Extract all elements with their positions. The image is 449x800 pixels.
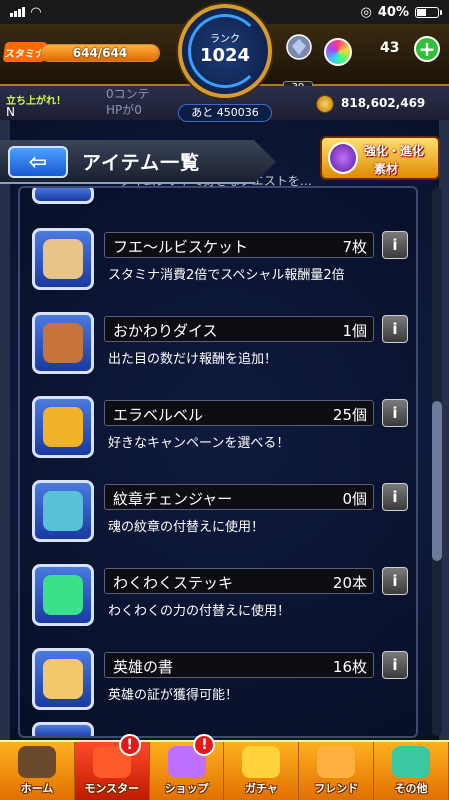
- nav-home[interactable]: ホーム: [0, 742, 75, 800]
- signal-icon: [10, 7, 25, 17]
- nav-label: フレンド: [314, 782, 359, 795]
- nav-label: その他: [394, 782, 428, 795]
- item-name-bar: 紋章チェンジャー 0個: [104, 484, 374, 510]
- nav-other[interactable]: その他: [374, 742, 449, 800]
- orb-icon[interactable]: [324, 38, 352, 66]
- alert-badge: !: [193, 734, 216, 756]
- nav-label: モンスター: [84, 782, 140, 795]
- back-arrow-icon: ⇦: [28, 149, 48, 175]
- item-count: 7枚: [342, 238, 367, 256]
- back-button[interactable]: ⇦: [8, 146, 68, 178]
- list-item[interactable]: 紋章チェンジャー 0個 魂の紋章の付替えに使用！ i: [32, 480, 412, 550]
- friend-icon: [317, 746, 356, 778]
- item-list[interactable]: フエ〜ルビスケット 7枚 スタミナ消費2倍でスペシャル報酬量2倍 i おかわりダ…: [18, 186, 418, 738]
- info-button[interactable]: i: [382, 567, 408, 595]
- exp-remaining: あと 450036: [178, 104, 272, 122]
- rank-badge[interactable]: ランク 1024: [178, 4, 272, 98]
- coin-count: 818,602,469: [341, 96, 426, 110]
- info-button[interactable]: i: [382, 483, 408, 511]
- battery-percent: 40%: [377, 4, 409, 20]
- scroll-icon: [43, 659, 83, 699]
- page-title: アイテム一覧: [82, 152, 201, 174]
- coin-icon: [316, 95, 334, 113]
- notice-ghost-text: 0コンテ HPが0: [106, 87, 150, 117]
- item-count: 20本: [332, 574, 367, 592]
- item-icon-frame[interactable]: [32, 564, 94, 626]
- evolve-material-button[interactable]: 強化・進化 素材: [320, 136, 440, 180]
- nav-monster[interactable]: モンスター !: [74, 734, 150, 800]
- scrollbar-thumb[interactable]: [432, 401, 442, 562]
- title-bar: ⇦ アイテム一覧 強化・進化 素材: [0, 134, 449, 188]
- item-description: 魂の紋章の付替えに使用！: [108, 520, 265, 535]
- item-name-bar: わくわくステッキ 20本: [104, 568, 374, 594]
- stamina-bar[interactable]: 644/644: [40, 44, 160, 62]
- item-count: 25個: [332, 406, 367, 424]
- nav-label: ガチャ: [244, 782, 278, 795]
- list-item[interactable]: 英雄の書 16枚 英雄の証が獲得可能！ i: [32, 648, 412, 718]
- item-description: わくわくの力の付替えに使用！: [108, 604, 291, 619]
- item-description: 好きなキャンペーンを選べる！: [108, 436, 290, 451]
- biscuit-icon: [43, 239, 83, 279]
- add-orb-button[interactable]: +: [414, 36, 440, 62]
- wifi-icon: ◠: [31, 4, 41, 20]
- list-item[interactable]: エラベルベル 25個 好きなキャンペーンを選べる！ i: [32, 396, 412, 466]
- emblem-icon: [43, 491, 83, 531]
- item-name: フエ〜ルビスケット: [113, 238, 249, 256]
- stamina-value: 644/644: [72, 46, 128, 60]
- gacha-icon: [242, 746, 281, 778]
- list-item[interactable]: フエ〜ルビスケット 7枚 スタミナ消費2倍でスペシャル報酬量2倍 i: [32, 228, 412, 298]
- item-count: 16枚: [332, 658, 367, 676]
- notice-letter: N: [6, 105, 15, 119]
- scrollbar[interactable]: [432, 188, 442, 736]
- item-name-bar: おかわりダイス 1個: [104, 316, 374, 342]
- item-name: 紋章チェンジャー: [113, 490, 233, 508]
- gem-icon[interactable]: [286, 34, 312, 60]
- nav-gacha[interactable]: ガチャ: [224, 742, 300, 800]
- info-button[interactable]: i: [382, 315, 408, 343]
- item-name: エラベルベル: [113, 406, 204, 424]
- item-icon-frame[interactable]: [32, 312, 94, 374]
- nav-shop[interactable]: ショップ !: [150, 734, 225, 800]
- info-button[interactable]: i: [382, 651, 408, 679]
- info-button[interactable]: i: [382, 399, 408, 427]
- home-icon: [17, 746, 56, 778]
- item-description: 英雄の証が獲得可能！: [108, 688, 239, 703]
- list-item[interactable]: わくわくステッキ 20本 わくわくの力の付替えに使用！ i: [32, 564, 412, 634]
- item-name: おかわりダイス: [113, 322, 218, 340]
- item-icon-frame[interactable]: [32, 480, 94, 542]
- notice-tag: 立ち上がれ！: [6, 96, 66, 107]
- bell-icon: [43, 407, 83, 447]
- item-description: 出た目の数だけ報酬を追加！: [108, 352, 278, 367]
- nav-label: ホーム: [20, 782, 54, 795]
- nav-friend[interactable]: フレンド: [299, 742, 375, 800]
- item-count: 1個: [342, 322, 367, 340]
- item-name-bar: エラベルベル 25個: [104, 400, 374, 426]
- other-icon: [392, 746, 431, 778]
- item-name-bar: フエ〜ルビスケット 7枚: [104, 232, 374, 258]
- item-name: わくわくステッキ: [113, 574, 234, 592]
- item-count: 0個: [342, 490, 367, 508]
- bottom-nav: ホーム モンスター ! ショップ ! ガチャ フレンド その他: [0, 734, 449, 800]
- wand-icon: [43, 575, 83, 615]
- item-icon-frame[interactable]: [32, 648, 94, 710]
- battery-fill: [417, 8, 426, 16]
- item-name-bar: 英雄の書 16枚: [104, 652, 374, 678]
- list-item[interactable]: おかわりダイス 1個 出た目の数だけ報酬を追加！ i: [32, 312, 412, 382]
- dice-icon: [43, 323, 83, 363]
- item-name: 英雄の書: [113, 658, 174, 676]
- item-icon-frame[interactable]: [32, 396, 94, 458]
- list-item-partial[interactable]: [32, 188, 94, 204]
- item-description: スタミナ消費2倍でスペシャル報酬量2倍: [108, 268, 345, 283]
- rotation-lock-icon: ◎: [360, 4, 372, 20]
- alert-badge: !: [118, 734, 141, 756]
- nav-label: ショップ: [164, 782, 209, 795]
- battery-icon: [415, 6, 442, 18]
- orb-count: 43: [380, 40, 400, 56]
- evolve-material-icon: [328, 142, 358, 174]
- item-icon-frame[interactable]: [32, 228, 94, 290]
- info-button[interactable]: i: [382, 231, 408, 259]
- list-item-partial[interactable]: [32, 722, 94, 736]
